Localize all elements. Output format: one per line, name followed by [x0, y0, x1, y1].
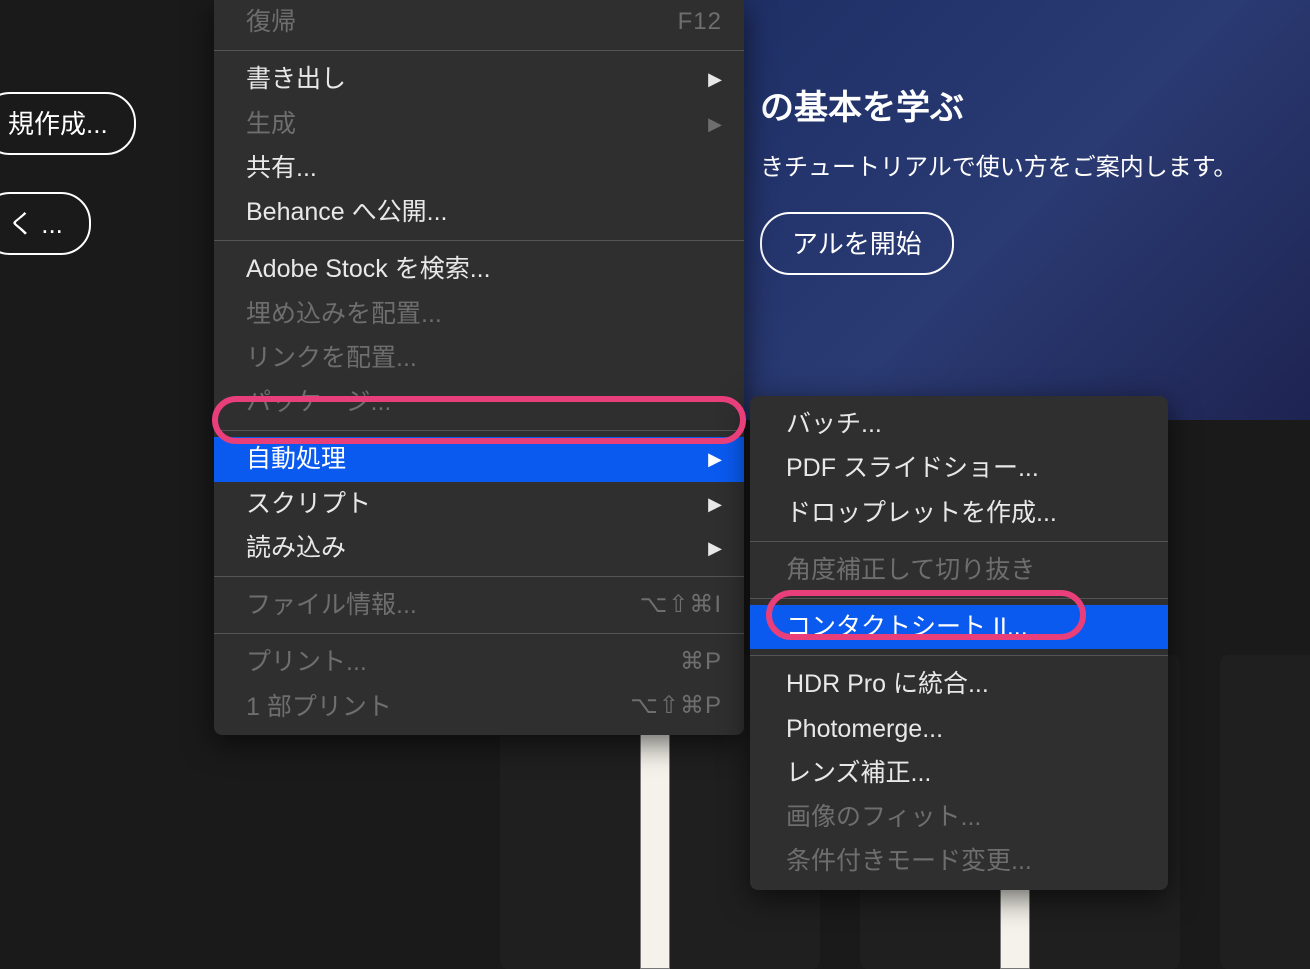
start-tutorial-button[interactable]: アルを開始 — [760, 212, 954, 275]
file-menu-item: パッケージ... — [214, 380, 744, 424]
file-menu-item: ファイル情報... ⌥⇧⌘I — [214, 583, 744, 627]
submenu-arrow-icon: ▶ — [708, 111, 722, 137]
file-menu-item-label: 読み込み — [246, 530, 346, 566]
file-menu-separator — [214, 576, 744, 577]
file-menu-item[interactable]: Behance へ公開... — [214, 190, 744, 234]
automate-submenu-item-label: バッチ... — [786, 406, 882, 442]
file-menu-item-label: 自動処理 — [246, 441, 346, 477]
automate-submenu-item-label: ドロップレットを作成... — [786, 495, 1057, 531]
file-menu-item: プリント... ⌘P — [214, 640, 744, 684]
file-menu-separator — [214, 50, 744, 51]
automate-submenu-item: 条件付きモード変更... — [750, 839, 1168, 883]
automate-submenu-item-label: コンタクトシート II... — [786, 609, 1028, 645]
submenu-arrow-icon: ▶ — [708, 66, 722, 92]
open-file-button[interactable]: く ... — [0, 192, 91, 255]
new-file-button[interactable]: 規作成... — [0, 92, 136, 155]
keyboard-shortcut: ⌥⇧⌘I — [640, 588, 722, 623]
file-menu-item-label: ファイル情報... — [246, 587, 417, 623]
automate-submenu-item[interactable]: バッチ... — [750, 402, 1168, 446]
automate-submenu-item[interactable]: レンズ補正... — [750, 751, 1168, 795]
automate-submenu-item-label: 条件付きモード変更... — [786, 843, 1032, 879]
welcome-subtitle: きチュートリアルで使い方をご案内します。 — [760, 147, 1270, 182]
file-menu-item: 生成 ▶ — [214, 102, 744, 146]
file-menu-item[interactable]: 共有... — [214, 146, 744, 190]
file-menu-item-label: 埋め込みを配置... — [246, 296, 442, 332]
file-menu-item-label: プリント... — [246, 644, 367, 680]
file-menu-item[interactable]: Adobe Stock を検索... — [214, 247, 744, 291]
file-menu: 復帰 F12 書き出し ▶ 生成 ▶ 共有... Behance へ公開... Adobe St… — [214, 0, 744, 735]
file-menu-item-label: 生成 — [246, 106, 296, 142]
automate-submenu-item-label: 画像のフィット... — [786, 799, 981, 835]
file-menu-separator — [214, 430, 744, 431]
file-menu-item[interactable]: スクリプト ▶ — [214, 482, 744, 526]
submenu-arrow-icon: ▶ — [708, 535, 722, 561]
file-menu-item: 復帰 F12 — [214, 0, 744, 44]
file-menu-item-label: パッケージ... — [246, 384, 391, 420]
file-menu-item[interactable]: 書き出し ▶ — [214, 57, 744, 101]
submenu-arrow-icon: ▶ — [708, 491, 722, 517]
automate-submenu-item-label: HDR Pro に統合... — [786, 666, 989, 702]
automate-submenu-separator — [750, 541, 1168, 542]
file-menu-item-label: 復帰 — [246, 4, 296, 40]
automate-submenu-item-label: 角度補正して切り抜き — [786, 552, 1035, 588]
recent-thumbnail-tile[interactable] — [1220, 655, 1310, 969]
automate-submenu-separator — [750, 655, 1168, 656]
automate-submenu-item[interactable]: HDR Pro に統合... — [750, 662, 1168, 706]
keyboard-shortcut: ⌘P — [680, 645, 722, 680]
file-menu-item-label: リンクを配置... — [246, 340, 417, 376]
automate-submenu-item: 画像のフィット... — [750, 795, 1168, 839]
file-menu-item[interactable]: 読み込み ▶ — [214, 526, 744, 570]
automate-submenu-item[interactable]: コンタクトシート II... — [750, 605, 1168, 649]
automate-submenu-item[interactable]: PDF スライドショー... — [750, 446, 1168, 490]
automate-submenu-item: 角度補正して切り抜き — [750, 548, 1168, 592]
automate-submenu: バッチ... PDF スライドショー... ドロップレットを作成... 角度補正して切… — [750, 396, 1168, 890]
file-menu-item-label: 書き出し — [246, 61, 346, 97]
keyboard-shortcut: F12 — [678, 5, 722, 40]
file-menu-separator — [214, 240, 744, 241]
automate-submenu-item[interactable]: Photomerge... — [750, 707, 1168, 751]
file-menu-item[interactable]: 自動処理 ▶ — [214, 437, 744, 481]
file-menu-item: 1 部プリント ⌥⇧⌘P — [214, 685, 744, 729]
automate-submenu-item[interactable]: ドロップレットを作成... — [750, 491, 1168, 535]
file-menu-item: 埋め込みを配置... — [214, 292, 744, 336]
file-menu-item-label: スクリプト — [246, 486, 371, 522]
file-menu-item-label: 共有... — [246, 150, 317, 186]
automate-submenu-item-label: Photomerge... — [786, 711, 943, 747]
welcome-title: の基本を学ぶ — [760, 80, 1270, 129]
submenu-arrow-icon: ▶ — [708, 446, 722, 472]
file-menu-item-label: Behance へ公開... — [246, 194, 447, 230]
file-menu-separator — [214, 633, 744, 634]
automate-submenu-separator — [750, 598, 1168, 599]
automate-submenu-item-label: PDF スライドショー... — [786, 450, 1039, 486]
file-menu-item-label: Adobe Stock を検索... — [246, 251, 491, 287]
file-menu-item-label: 1 部プリント — [246, 689, 392, 725]
file-menu-item: リンクを配置... — [214, 336, 744, 380]
automate-submenu-item-label: レンズ補正... — [786, 755, 931, 791]
keyboard-shortcut: ⌥⇧⌘P — [630, 689, 722, 724]
